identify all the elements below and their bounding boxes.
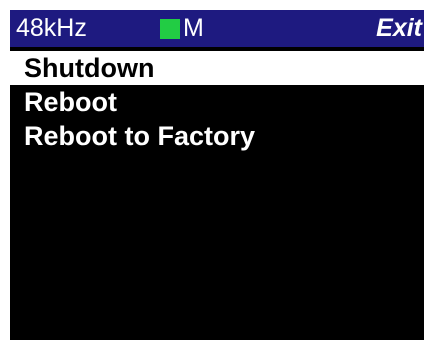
meter-label: M: [183, 14, 204, 42]
menu-item-reboot-to-factory[interactable]: Reboot to Factory: [10, 119, 424, 153]
menu-item-shutdown[interactable]: Shutdown: [10, 51, 424, 85]
device-screen: 48kHz M Exit Shutdown Reboot Reboot to F…: [10, 10, 424, 340]
exit-button[interactable]: Exit: [376, 10, 422, 47]
sample-rate-indicator: 48kHz: [16, 14, 87, 42]
meter-indicator: M: [160, 10, 204, 47]
menu-item-reboot[interactable]: Reboot: [10, 85, 424, 119]
status-bar: 48kHz M Exit: [10, 10, 424, 47]
power-menu: Shutdown Reboot Reboot to Factory: [10, 51, 424, 153]
meter-level-icon: [160, 18, 180, 39]
